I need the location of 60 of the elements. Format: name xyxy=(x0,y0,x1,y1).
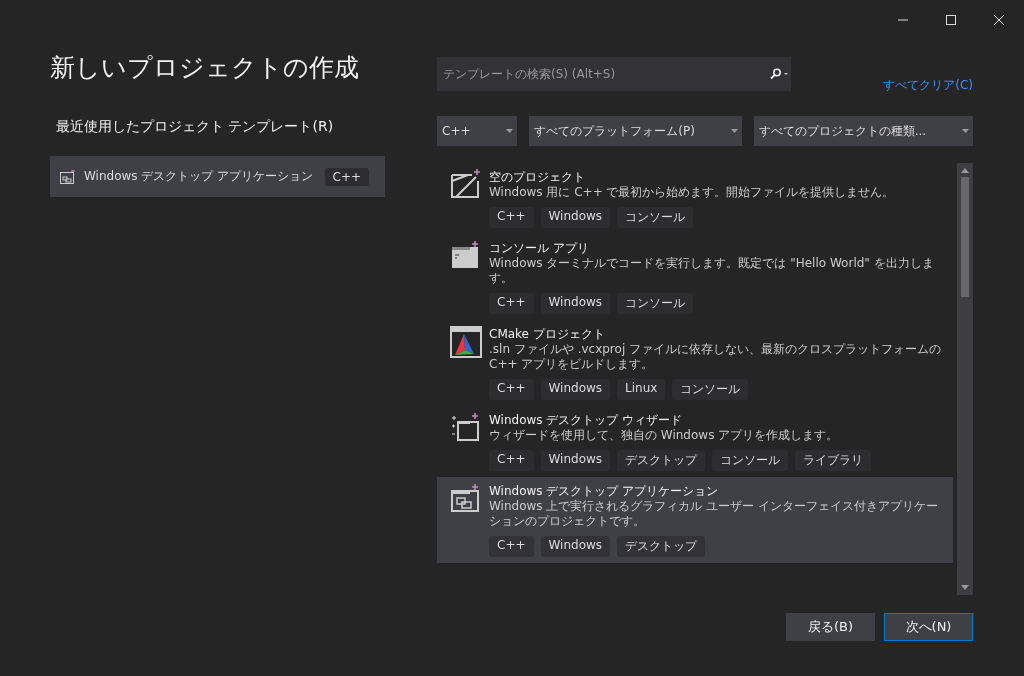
template-tag: ライブラリ xyxy=(795,450,872,471)
template-tag: C++ xyxy=(489,536,534,557)
template-item[interactable]: Windows デスクトップ ウィザード ウィザードを使用して、独自の Windows アプリを作成します。 C++ Windows デスクトップ コンソール ライブラリ xyxy=(437,406,953,477)
template-description: .sln ファイルや .vcxproj ファイルに依存しない、最新のクロスプラットフォームの C++ アプリをビルドします。 xyxy=(489,342,943,372)
language-tag: C++ xyxy=(324,167,369,186)
scrollbar-thumb[interactable] xyxy=(961,177,969,297)
template-description: ウィザードを使用して、独自の Windows アプリを作成します。 xyxy=(489,428,840,443)
template-item[interactable]: Windows デスクトップ アプリケーション Windows 上で実行されるグラフィカル ユーザー インターフェイス付きアプリケーションのプロジェクトです。 C++ Windows デスクトップ xyxy=(437,477,953,563)
dropdown-arrow-icon xyxy=(506,129,514,133)
dropdown-arrow-icon xyxy=(730,129,738,133)
template-name: 空のプロジェクト xyxy=(489,169,586,185)
clear-all-link[interactable]: すべてクリア(C) xyxy=(883,77,973,94)
template-tag: Windows xyxy=(540,207,611,228)
template-tag: デスクトップ xyxy=(617,536,706,557)
template-tag: Windows xyxy=(540,536,611,557)
recent-heading: 最近使用したプロジェクト テンプレート(R) xyxy=(56,117,335,136)
filter-dropdown[interactable]: すべてのプロジェクトの種類... xyxy=(753,116,973,146)
template-item[interactable]: コンソール アプリ Windows ターミナルでコードを実行します。既定では "Hello World" を出力します。 C++ Windows コンソール xyxy=(437,234,953,320)
template-description: Windows 上で実行されるグラフィカル ユーザー インターフェイス付きアプリケーションのプロジェクトです。 xyxy=(489,499,939,529)
template-tag: C++ xyxy=(489,207,534,228)
template-tag: デスクトップ xyxy=(617,450,706,471)
template-tag: コンソール xyxy=(617,207,694,228)
template-tag: Linux xyxy=(617,379,666,400)
search-icon[interactable] xyxy=(769,68,789,80)
scroll-up-icon[interactable] xyxy=(961,168,969,173)
template-tag: Windows xyxy=(540,450,611,471)
desktop-app-icon xyxy=(450,483,482,515)
template-tag: C++ xyxy=(489,450,534,471)
recent-template-name: Windows デスクトップ アプリケーション xyxy=(84,168,315,185)
filter-dropdown[interactable]: C++ xyxy=(437,116,518,146)
template-tag: Windows xyxy=(540,379,611,400)
template-item[interactable]: CMake プロジェクト .sln ファイルや .vcxproj ファイルに依存しない、最新のクロスプラットフォームの C++ アプリをビルドします。 C++ Windows Linux コンソール xyxy=(437,320,953,406)
empty-project-icon xyxy=(450,169,482,201)
triangle-logo-icon xyxy=(450,326,482,358)
template-tag: コンソール xyxy=(712,450,789,471)
template-tag: コンソール xyxy=(617,293,694,314)
search-field[interactable]: テンプレートの検索(S) (Alt+S) xyxy=(437,57,791,91)
template-tag: C++ xyxy=(489,293,534,314)
wizard-window-icon xyxy=(450,412,482,444)
template-tag: Windows xyxy=(540,293,611,314)
template-description: Windows ターミナルでコードを実行します。既定では "Hello World" を出力します。 xyxy=(489,256,935,286)
close-icon[interactable] xyxy=(993,14,1005,26)
recent-template-item[interactable]: Windows デスクトップ アプリケーション C++ xyxy=(50,156,385,197)
dropdown-arrow-icon xyxy=(962,129,969,133)
window-title: 新しいプロジェクトの作成 xyxy=(50,52,360,84)
next-button[interactable]: 次へ(N) xyxy=(884,613,973,641)
filter-dropdown[interactable]: すべてのプラットフォーム(P) xyxy=(529,116,742,146)
scroll-down-icon[interactable] xyxy=(961,585,969,590)
back-button[interactable]: 戻る(B) xyxy=(786,613,875,641)
template-name: Windows デスクトップ ウィザード xyxy=(489,412,684,428)
template-name: Windows デスクトップ アプリケーション xyxy=(489,483,720,499)
desktop-app-icon xyxy=(60,169,76,184)
maximize-icon[interactable] xyxy=(945,14,957,26)
template-tag: C++ xyxy=(489,379,534,400)
template-tag: コンソール xyxy=(672,379,749,400)
scrollbar[interactable] xyxy=(957,163,973,595)
template-description: Windows 用に C++ で最初から始めます。開始ファイルを提供しません。 xyxy=(489,185,896,200)
template-name: コンソール アプリ xyxy=(489,240,590,256)
template-item[interactable]: 空のプロジェクト Windows 用に C++ で最初から始めます。開始ファイルを提供しません。 C++ Windows コンソール xyxy=(437,163,953,234)
template-name: CMake プロジェクト xyxy=(489,326,606,342)
